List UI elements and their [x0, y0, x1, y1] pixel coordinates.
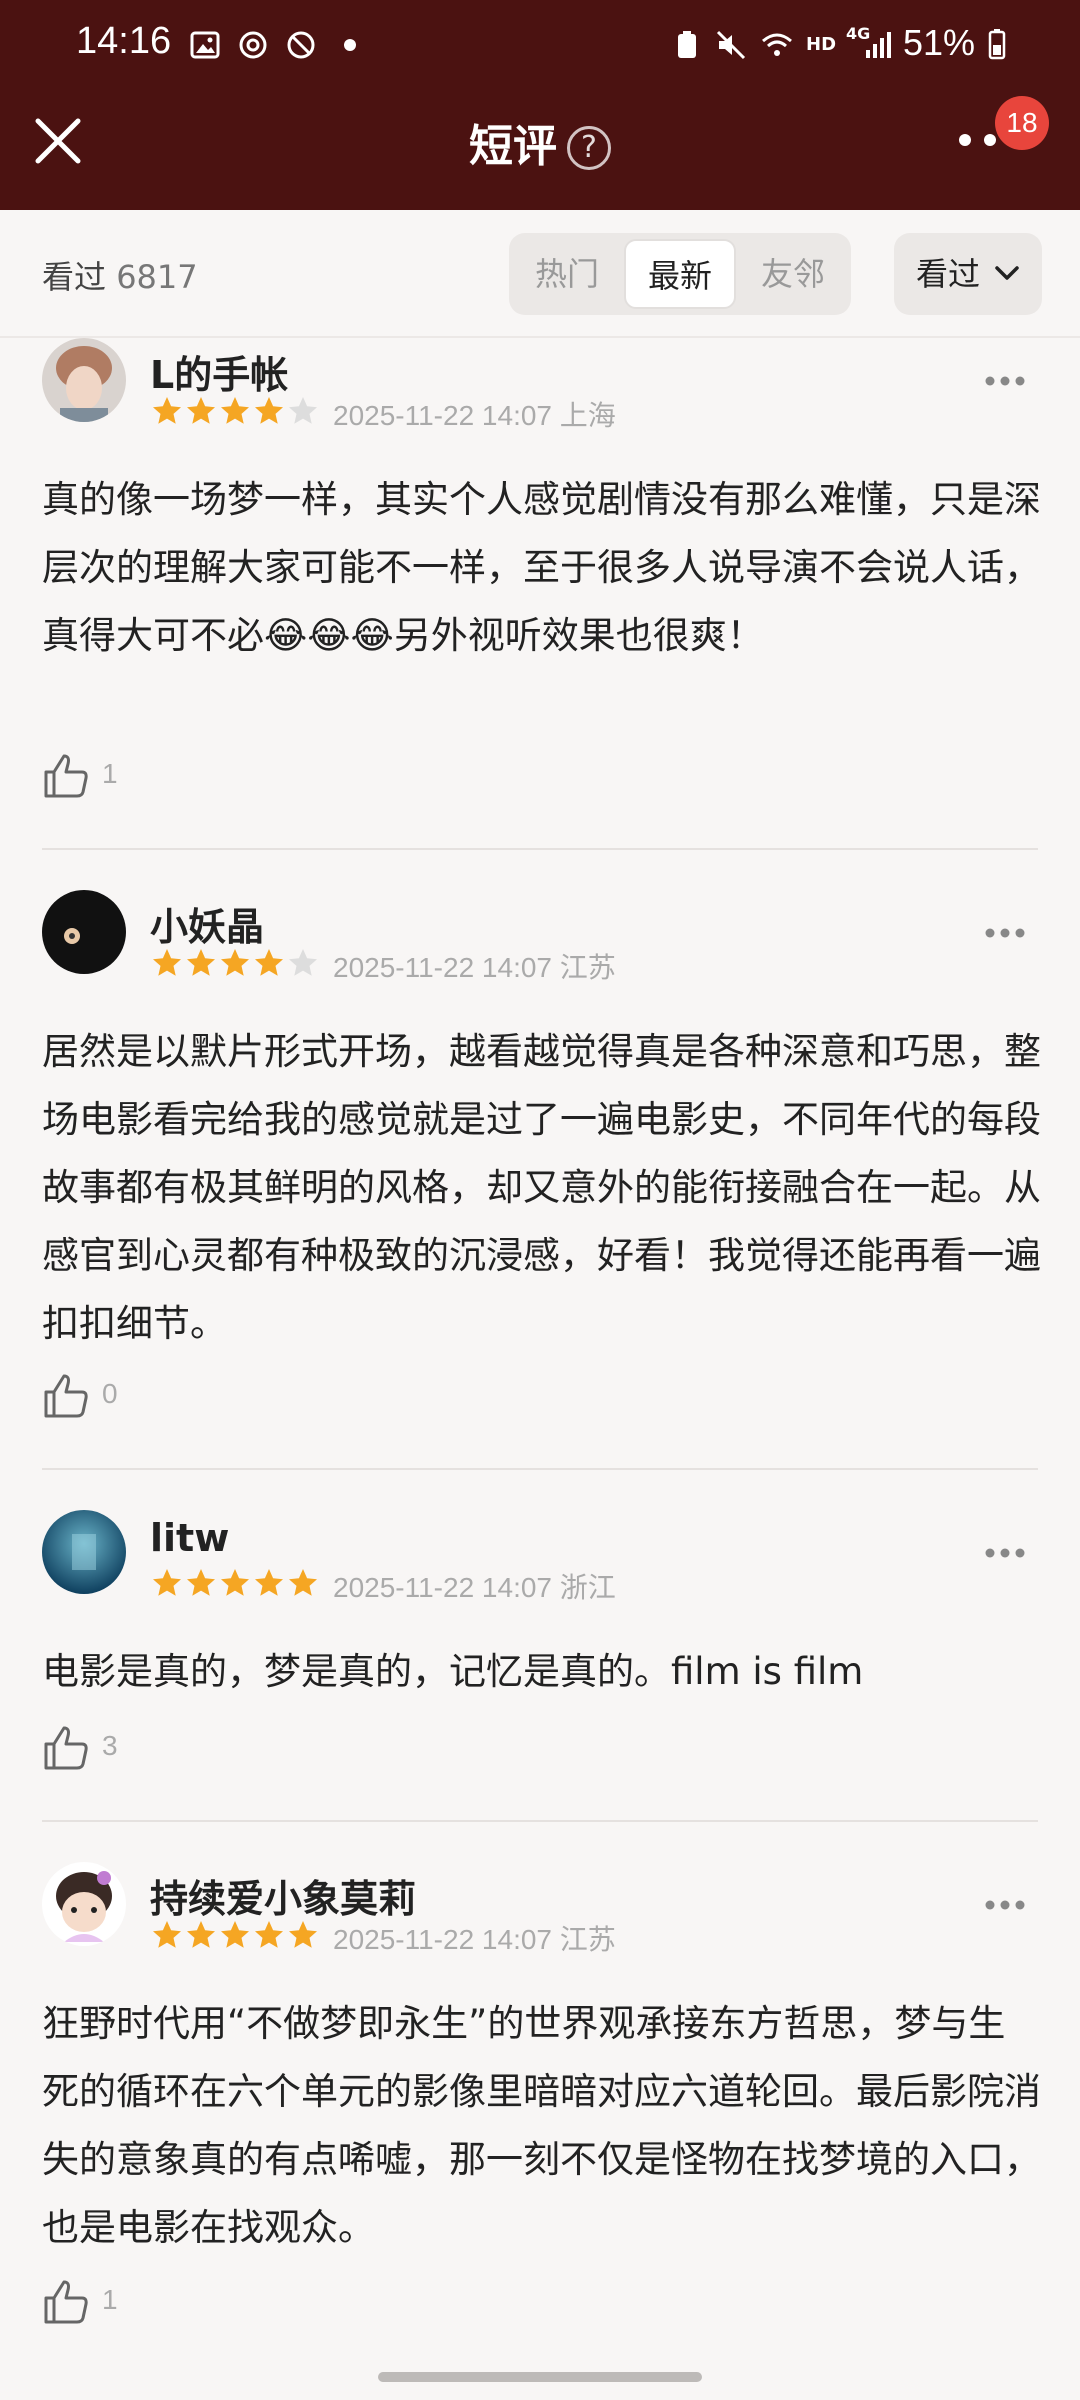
review-date: 2025-11-22 14:07 上海 [333, 394, 616, 434]
page-title-text: 短评 [469, 121, 557, 172]
top-bar: 14:16 HD 4G 51% 短评 ? 18 [0, 0, 1080, 210]
review-more-button[interactable] [984, 1898, 1026, 1912]
star-filled-icon [221, 949, 249, 976]
star-filled-icon [255, 1569, 283, 1596]
thumbs-up-icon [44, 754, 88, 798]
username[interactable]: L的手帐 [150, 344, 288, 399]
star-filled-icon [255, 1921, 283, 1948]
star-filled-icon [221, 1921, 249, 1948]
battery-saver-icon [678, 31, 696, 58]
review-date-text: 2025-11-22 14:07 [333, 400, 552, 431]
dropdown-label: 看过 [916, 255, 981, 293]
thumbs-up-icon [44, 2280, 88, 2324]
star-filled-icon [187, 949, 215, 976]
star-filled-icon [187, 1569, 215, 1596]
like-count: 1 [102, 758, 118, 789]
review-location: 江苏 [559, 1924, 616, 1955]
page-title: 短评? [0, 110, 1080, 174]
avatar[interactable] [42, 890, 126, 974]
sort-tabs: 热门 最新 友邻 [509, 233, 851, 315]
rating-stars [150, 1918, 320, 1952]
review-location: 江苏 [559, 952, 616, 983]
blocked-icon [287, 31, 315, 59]
like-count: 0 [102, 1378, 118, 1409]
seen-count: 看过 6817 [42, 252, 198, 298]
review-content: 狂野时代用“不做梦即永生”的世界观承接东方哲思，梦与生死的循环在六个单元的影像里… [42, 2002, 1041, 2249]
star-filled-icon [289, 1569, 317, 1596]
battery-percent: 51% [903, 22, 976, 63]
username[interactable]: 小妖晶 [150, 896, 264, 951]
star-filled-icon [221, 1569, 249, 1596]
help-icon[interactable]: ? [567, 126, 611, 170]
status-filter-dropdown[interactable]: 看过 [894, 233, 1042, 315]
star-empty-icon [289, 949, 317, 976]
seen-number: 6817 [116, 258, 198, 296]
star-filled-icon [153, 1569, 181, 1596]
thumbs-up-icon [44, 1374, 88, 1418]
dot-icon [344, 39, 356, 51]
review-content: 真的像一场梦一样，其实个人感觉剧情没有那么难懂，只是深层次的理解大家可能不一样，… [42, 478, 1041, 657]
tab-latest[interactable]: 最新 [624, 239, 736, 309]
star-empty-icon [289, 397, 317, 424]
wifi-icon [762, 33, 792, 56]
review-date: 2025-11-22 14:07 江苏 [333, 946, 616, 986]
thumbs-up-icon [44, 1726, 88, 1770]
filter-bar: 看过 6817 热门 最新 友邻 看过 [0, 210, 1080, 338]
review-more-button[interactable] [984, 374, 1026, 388]
battery-icon [988, 29, 1006, 60]
review-location: 上海 [559, 400, 616, 431]
rating-stars [150, 1566, 320, 1600]
seen-label: 看过 [42, 258, 107, 296]
review-date-text: 2025-11-22 14:07 [333, 1572, 552, 1603]
avatar[interactable] [42, 338, 126, 422]
star-filled-icon [255, 397, 283, 424]
star-filled-icon [289, 1921, 317, 1948]
chevron-down-icon [995, 266, 1019, 280]
divider [42, 848, 1038, 850]
review-date: 2025-11-22 14:07 江苏 [333, 1918, 616, 1958]
status-bar: 14:16 HD 4G 51% [0, 0, 1080, 92]
username[interactable]: litw [150, 1516, 229, 1560]
sync-icon [239, 31, 267, 59]
tab-hot[interactable]: 热门 [511, 239, 623, 309]
mute-icon [716, 30, 746, 60]
home-indicator[interactable] [378, 2372, 702, 2382]
star-filled-icon [187, 1921, 215, 1948]
star-filled-icon [153, 397, 181, 424]
review-date-text: 2025-11-22 14:07 [333, 952, 552, 983]
review-more-button[interactable] [984, 1546, 1026, 1560]
notification-badge[interactable]: 18 [995, 96, 1049, 150]
review-location: 浙江 [559, 1572, 616, 1603]
avatar[interactable] [42, 1510, 126, 1594]
app-screen: 14:16 HD 4G 51% 短评 ? 18 看过 6817 热门 最新 友邻… [0, 0, 1080, 2400]
star-filled-icon [153, 949, 181, 976]
star-filled-icon [187, 397, 215, 424]
tab-friends[interactable]: 友邻 [737, 239, 849, 309]
rating-stars [150, 946, 320, 980]
hd-indicator: HD [806, 34, 837, 55]
divider [42, 1820, 1038, 1822]
review-date-text: 2025-11-22 14:07 [333, 1924, 552, 1955]
review-date: 2025-11-22 14:07 浙江 [333, 1566, 616, 1606]
status-time: 14:16 [76, 20, 172, 62]
review-more-button[interactable] [984, 926, 1026, 940]
divider [42, 1468, 1038, 1470]
review-content: 电影是真的，梦是真的，记忆是真的。film is film [42, 1650, 864, 1693]
gallery-icon [190, 31, 220, 59]
review-content: 居然是以默片形式开场，越看越觉得真是各种深意和巧思，整场电影看完给我的感觉就是过… [42, 1030, 1041, 1345]
star-filled-icon [255, 949, 283, 976]
rating-stars [150, 394, 320, 428]
avatar[interactable] [42, 1862, 126, 1946]
star-filled-icon [221, 397, 249, 424]
like-count: 3 [102, 1730, 118, 1761]
star-filled-icon [153, 1921, 181, 1948]
like-count: 1 [102, 2284, 118, 2315]
username[interactable]: 持续爱小象莫莉 [150, 1868, 416, 1923]
signal-icon [866, 32, 891, 58]
